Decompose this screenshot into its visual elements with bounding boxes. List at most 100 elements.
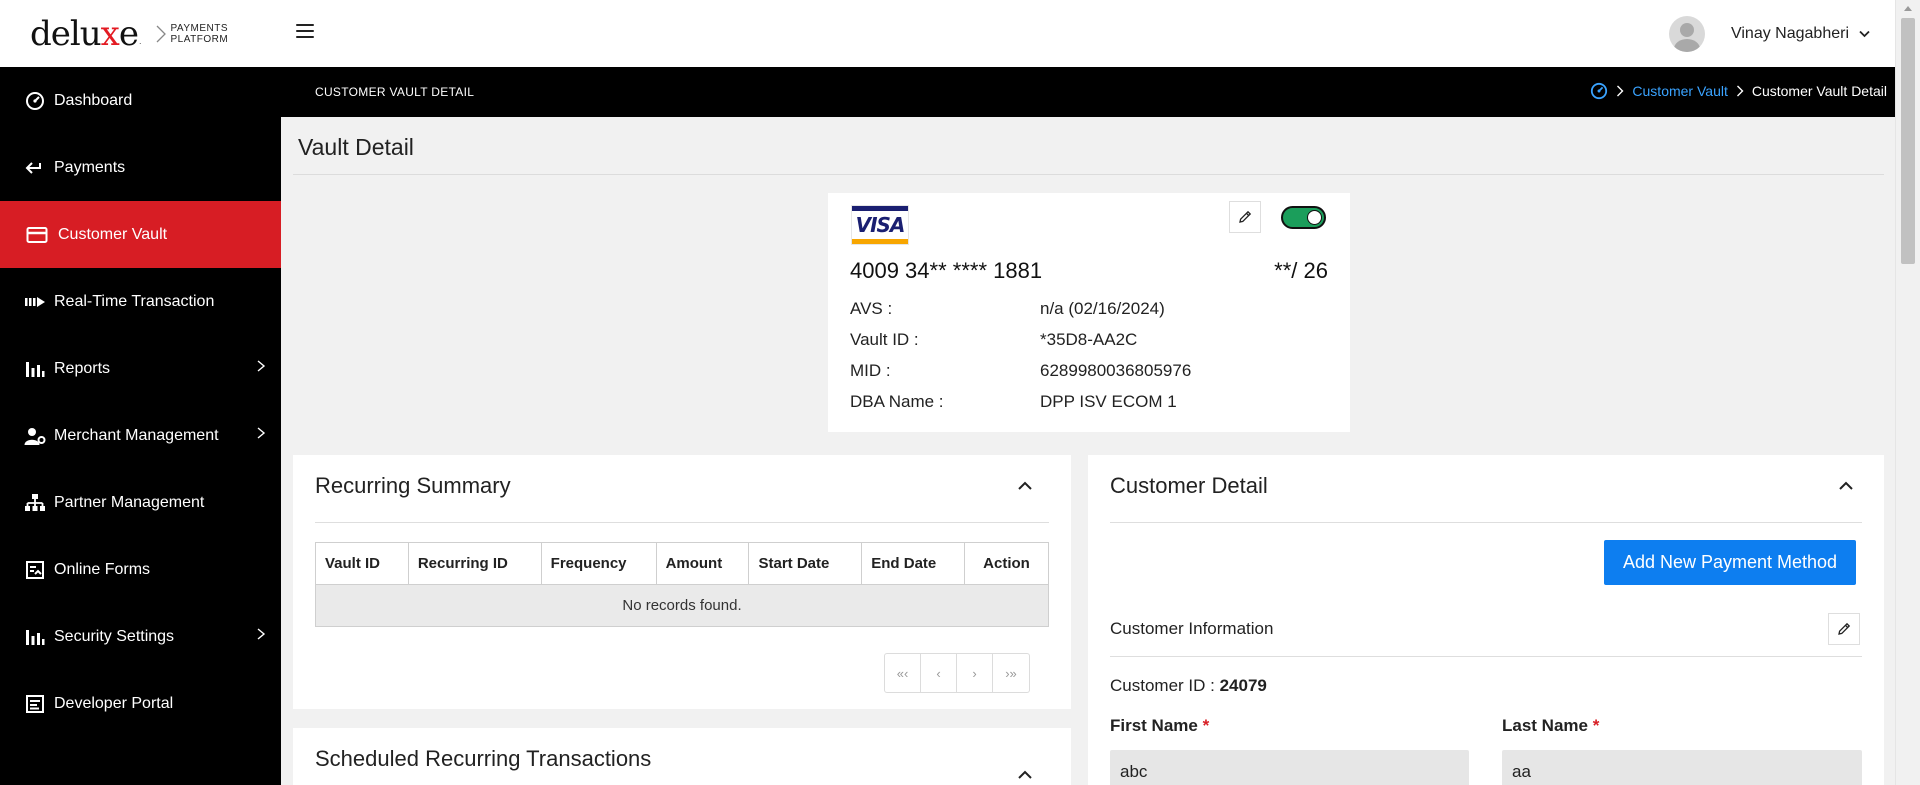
column-header[interactable]: Vault ID bbox=[315, 542, 409, 585]
card-detail-avs: AVS : n/a (02/16/2024) bbox=[850, 299, 1165, 318]
page-title: Vault Detail bbox=[298, 134, 414, 160]
deluxe-logo[interactable]: deluxe . PAYMENTS PLATFORM bbox=[30, 14, 228, 54]
scroll-up-icon[interactable] bbox=[1904, 6, 1912, 11]
developer-icon bbox=[23, 692, 47, 716]
subheader-title: CUSTOMER VAULT DETAIL bbox=[315, 85, 475, 99]
chevron-right-icon bbox=[257, 628, 266, 640]
sidebar-item-label: Online Forms bbox=[54, 560, 151, 578]
card-number: 4009 34** **** 1881 bbox=[850, 258, 1043, 283]
edit-card-button[interactable] bbox=[1229, 201, 1261, 233]
chevron-right-icon bbox=[1617, 85, 1624, 97]
form-icon bbox=[23, 558, 47, 582]
panel-title: Customer Detail bbox=[1110, 473, 1268, 498]
sidebar-item-label: Dashboard bbox=[54, 91, 133, 109]
sidebar-item-online-forms[interactable]: Online Forms bbox=[0, 536, 281, 603]
sidebar-item-reports[interactable]: Reports bbox=[0, 335, 281, 402]
sidebar-item-security-settings[interactable]: Security Settings bbox=[0, 603, 281, 670]
sidebar-item-label: Real-Time Transaction bbox=[54, 292, 215, 310]
scheduled-recurring-panel: Scheduled Recurring Transactions bbox=[293, 728, 1071, 785]
subheader-bar: CUSTOMER VAULT DETAIL Customer Vault Cus… bbox=[281, 67, 1895, 117]
logo-subtitle: PAYMENTS PLATFORM bbox=[170, 23, 229, 45]
next-page-button[interactable]: › bbox=[957, 654, 993, 692]
card-detail-vault-id: Vault ID : *35D8-AA2C bbox=[850, 330, 1138, 349]
page-scrollbar[interactable] bbox=[1895, 0, 1920, 785]
table-header-row: Vault ID Recurring ID Frequency Amount S… bbox=[315, 542, 1049, 585]
divider bbox=[1110, 522, 1862, 523]
customer-information-heading: Customer Information bbox=[1110, 619, 1274, 638]
sidebar-item-customer-vault[interactable]: Customer Vault bbox=[0, 201, 281, 268]
realtime-icon bbox=[23, 290, 47, 314]
chevron-right-icon bbox=[257, 427, 266, 439]
first-page-button[interactable]: «‹ bbox=[885, 654, 921, 692]
sidebar-item-partner-management[interactable]: Partner Management bbox=[0, 469, 281, 536]
empty-message: No records found. bbox=[315, 584, 1049, 627]
scrollbar-thumb[interactable] bbox=[1901, 18, 1915, 264]
card-status-toggle[interactable] bbox=[1281, 206, 1326, 229]
hamburger-menu-icon[interactable] bbox=[296, 24, 314, 42]
sidebar-item-developer-portal[interactable]: Developer Portal bbox=[0, 670, 281, 737]
chevron-up-icon[interactable] bbox=[1838, 481, 1854, 491]
sidebar-item-dashboard[interactable]: Dashboard bbox=[0, 67, 281, 134]
column-header[interactable]: Frequency bbox=[540, 542, 657, 585]
chevron-right-icon bbox=[1736, 85, 1744, 97]
logo-chevron-icon bbox=[156, 25, 166, 43]
sidebar-item-label: Security Settings bbox=[54, 627, 175, 645]
first-name-label: First Name * bbox=[1110, 716, 1210, 735]
sidebar-item-label: Merchant Management bbox=[54, 426, 219, 444]
divider bbox=[293, 174, 1884, 175]
table-row: No records found. bbox=[315, 584, 1049, 627]
sidebar-item-label: Reports bbox=[54, 359, 111, 377]
sidebar-item-merchant-management[interactable]: Merchant Management bbox=[0, 402, 281, 469]
column-header[interactable]: Amount bbox=[655, 542, 750, 585]
panel-title: Recurring Summary bbox=[315, 473, 511, 498]
card-expiry: **/ 26 bbox=[1274, 258, 1328, 283]
chevron-up-icon[interactable] bbox=[1017, 481, 1033, 491]
pencil-icon bbox=[1838, 622, 1851, 635]
divider bbox=[1110, 656, 1862, 657]
dashboard-icon bbox=[23, 89, 47, 113]
top-header: deluxe . PAYMENTS PLATFORM Vinay Nagabhe… bbox=[0, 0, 1898, 67]
add-payment-method-button[interactable]: Add New Payment Method bbox=[1604, 540, 1856, 585]
sidebar-item-payments[interactable]: Payments bbox=[0, 134, 281, 201]
pencil-icon bbox=[1239, 210, 1252, 223]
card-icon bbox=[25, 223, 49, 247]
dashboard-icon[interactable] bbox=[1590, 82, 1608, 100]
edit-customer-button[interactable] bbox=[1828, 613, 1860, 645]
bar-chart-icon bbox=[23, 357, 47, 381]
payments-arrow-icon bbox=[23, 156, 47, 180]
pagination: «‹ ‹ › ›» bbox=[884, 653, 1030, 693]
last-page-button[interactable]: ›» bbox=[993, 654, 1029, 692]
chevron-down-icon bbox=[1859, 30, 1870, 38]
customer-id: Customer ID : 24079 bbox=[1110, 676, 1267, 695]
card-detail-dba-name: DBA Name : DPP ISV ECOM 1 bbox=[850, 392, 1177, 411]
sidebar: Dashboard Payments Customer Vault Real-T… bbox=[0, 67, 281, 785]
customer-detail-panel: Customer Detail Add New Payment Method C… bbox=[1088, 455, 1884, 785]
first-name-field[interactable]: abc bbox=[1110, 750, 1469, 785]
logo-registered: . bbox=[138, 36, 142, 46]
column-header[interactable]: End Date bbox=[861, 542, 966, 585]
user-gear-icon bbox=[23, 424, 47, 448]
bar-chart-icon bbox=[23, 625, 47, 649]
user-name: Vinay Nagabheri bbox=[1730, 25, 1849, 42]
card-detail-mid: MID :6289980036805976 bbox=[850, 361, 1192, 380]
last-name-field[interactable]: aa bbox=[1502, 750, 1862, 785]
sidebar-item-label: Payments bbox=[54, 158, 126, 176]
panel-title: Scheduled Recurring Transactions bbox=[315, 746, 652, 771]
chevron-right-icon bbox=[257, 360, 266, 372]
column-header[interactable]: Start Date bbox=[748, 542, 863, 585]
user-menu[interactable]: Vinay Nagabheri bbox=[1668, 16, 1870, 52]
column-header[interactable]: Recurring ID bbox=[407, 542, 542, 585]
prev-page-button[interactable]: ‹ bbox=[921, 654, 957, 692]
visa-logo-icon: VISA bbox=[851, 205, 909, 245]
sidebar-item-real-time-transaction[interactable]: Real-Time Transaction bbox=[0, 268, 281, 335]
sidebar-item-label: Partner Management bbox=[54, 493, 205, 511]
breadcrumb-link-customer-vault[interactable]: Customer Vault bbox=[1632, 83, 1727, 99]
recurring-table: Vault ID Recurring ID Frequency Amount S… bbox=[315, 542, 1049, 627]
recurring-summary-panel: Recurring Summary Vault ID Recurring ID … bbox=[293, 455, 1071, 709]
avatar bbox=[1668, 16, 1705, 52]
sidebar-item-label: Customer Vault bbox=[58, 225, 168, 243]
chevron-up-icon[interactable] bbox=[1017, 770, 1033, 780]
org-chart-icon bbox=[23, 491, 47, 515]
logo-wordmark: deluxe bbox=[30, 14, 139, 54]
vault-card: VISA 4009 34** **** 1881 **/ 26 AVS : n/a… bbox=[828, 193, 1350, 432]
